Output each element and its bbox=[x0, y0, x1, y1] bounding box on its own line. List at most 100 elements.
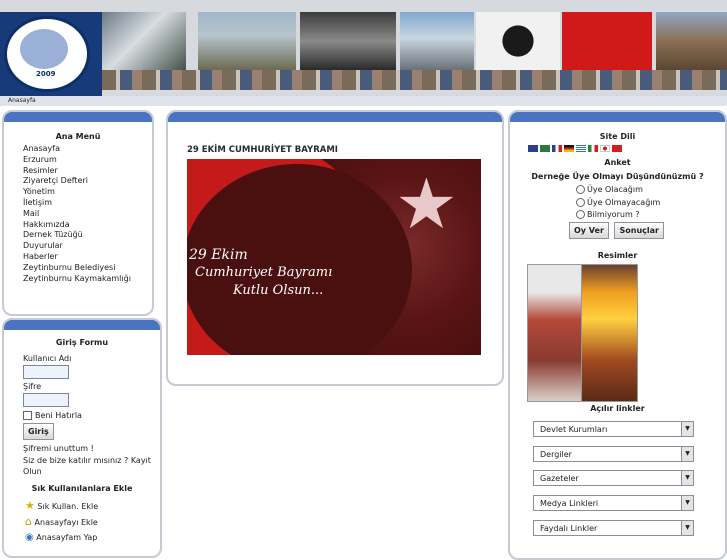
japan-flag-icon[interactable] bbox=[600, 145, 610, 152]
italy-flag-icon[interactable] bbox=[588, 145, 598, 152]
select-value: Dergiler bbox=[540, 450, 572, 459]
globe-icon: ◉ bbox=[25, 532, 34, 543]
menu-item-resimler[interactable]: Resimler bbox=[23, 166, 131, 177]
poll-option-2-label: Üye Olmayacağım bbox=[587, 197, 661, 207]
password-input[interactable] bbox=[23, 393, 69, 407]
favorites-add-link[interactable]: Sık Kullan. Ekle bbox=[37, 502, 98, 511]
folk-dancers-photo bbox=[300, 12, 396, 70]
poll-title: Anket bbox=[604, 158, 631, 167]
add-homepage-link[interactable]: Anasayfayı Ekle bbox=[35, 518, 98, 527]
chevron-down-icon: ▼ bbox=[681, 471, 693, 485]
magazines-select[interactable]: Dergiler ▼ bbox=[533, 446, 694, 462]
main-menu-title: Ana Menü bbox=[55, 132, 101, 141]
login-title: Giriş Formu bbox=[55, 338, 109, 347]
newspapers-select[interactable]: Gazeteler ▼ bbox=[533, 470, 694, 486]
chevron-down-icon: ▼ bbox=[681, 521, 693, 535]
city-view-photo bbox=[400, 12, 474, 70]
germany-flag-icon[interactable] bbox=[564, 145, 574, 152]
association-logo[interactable]: 2009 bbox=[0, 12, 102, 96]
select-value: Gazeteler bbox=[540, 474, 579, 483]
chevron-down-icon: ▼ bbox=[681, 447, 693, 461]
poll-option-1-radio[interactable] bbox=[576, 185, 585, 194]
language-flags bbox=[528, 145, 624, 154]
set-homepage-link[interactable]: Anasayfam Yap bbox=[36, 533, 97, 542]
results-button[interactable]: Sonuçlar bbox=[614, 222, 664, 239]
poll-option-1-label: Üye Olacağım bbox=[587, 185, 643, 194]
poll-option-3-label: Bilmiyorum ? bbox=[587, 210, 640, 219]
poll-option-2-radio[interactable] bbox=[576, 197, 585, 207]
turkey-flag-icon[interactable] bbox=[612, 145, 622, 152]
select-value: Medya Linkleri bbox=[540, 499, 599, 508]
home-star-icon: ⌂ bbox=[25, 515, 32, 528]
france-flag-icon[interactable] bbox=[552, 145, 562, 152]
menu-item-iletisim[interactable]: İletişim bbox=[23, 198, 131, 209]
menu-item-yonetim[interactable]: Yönetim bbox=[23, 187, 131, 198]
select-value: Faydalı Linkler bbox=[540, 524, 598, 533]
article-title: 29 EKİM CUMHURİYET BAYRAMI bbox=[187, 145, 338, 155]
vote-button[interactable]: Oy Ver bbox=[569, 222, 609, 239]
username-label: Kullanıcı Adı bbox=[23, 354, 72, 363]
logo-year: 2009 bbox=[36, 70, 56, 78]
images-title: Resimler bbox=[597, 251, 638, 260]
remember-label: Beni Hatırla bbox=[35, 411, 82, 420]
panel-header-bar bbox=[4, 320, 160, 330]
panel-header-bar bbox=[4, 112, 152, 122]
turkish-flag-photo bbox=[562, 12, 652, 70]
menu-item-duyurular[interactable]: Duyurular bbox=[23, 241, 131, 252]
panel-header-bar bbox=[168, 112, 502, 122]
header-photo-banner bbox=[102, 12, 727, 70]
media-links-select[interactable]: Medya Linkleri ▼ bbox=[533, 495, 694, 511]
greece-flag-icon[interactable] bbox=[576, 145, 586, 152]
main-menu-list: Anasayfa Erzurum Resimler Ziyaretçi Deft… bbox=[23, 144, 131, 284]
login-panel: Giriş Formu Kullanıcı Adı Şifre Beni Hat… bbox=[2, 318, 162, 558]
forgot-password-link[interactable]: Şifremi unuttum ! bbox=[23, 444, 153, 453]
menu-item-anasayfa[interactable]: Anasayfa bbox=[23, 144, 131, 155]
menu-item-erzurum[interactable]: Erzurum bbox=[23, 155, 131, 166]
chevron-down-icon: ▼ bbox=[681, 422, 693, 436]
horse-riders-photo bbox=[198, 12, 296, 70]
remember-checkbox[interactable] bbox=[23, 411, 32, 420]
menu-item-tuzuk[interactable]: Dernek Tüzüğü bbox=[23, 230, 131, 241]
register-link[interactable]: Siz de bize katılır mısınız ? Kayıt Olun bbox=[23, 455, 153, 477]
poll-option-3-radio[interactable] bbox=[576, 210, 585, 219]
star-shape: ★ bbox=[395, 163, 458, 245]
uk-flag-icon[interactable] bbox=[528, 145, 538, 152]
breadcrumb: Anasayfa bbox=[0, 96, 727, 106]
site-language-title: Site Dili bbox=[599, 132, 636, 141]
main-menu-panel: Ana Menü Anasayfa Erzurum Resimler Ziyar… bbox=[2, 110, 154, 316]
menu-item-haberler[interactable]: Haberler bbox=[23, 252, 131, 263]
site-header: 2009 bbox=[0, 0, 727, 96]
menu-item-hakkimizda[interactable]: Hakkımızda bbox=[23, 220, 131, 231]
menu-item-belediye[interactable]: Zeytinburnu Belediyesi bbox=[23, 263, 131, 274]
panel-header-bar bbox=[510, 112, 725, 122]
password-label: Şifre bbox=[23, 382, 42, 391]
banner-line-2: Cumhuriyet Bayramı bbox=[195, 265, 333, 280]
gallery-image-monument[interactable] bbox=[527, 264, 582, 402]
government-links-select[interactable]: Devlet Kurumları ▼ bbox=[533, 421, 694, 437]
saudi-flag-icon[interactable] bbox=[540, 145, 550, 152]
gallery-image-kebab[interactable] bbox=[581, 264, 638, 402]
article-panel: 29 EKİM CUMHURİYET BAYRAMI ★ 29 Ekim Cum… bbox=[166, 110, 504, 386]
chevron-down-icon: ▼ bbox=[681, 496, 693, 510]
banner-line-1: 29 Ekim bbox=[189, 247, 248, 263]
menu-item-mail[interactable]: Mail bbox=[23, 209, 131, 220]
dropdown-links-title: Açılır linkler bbox=[590, 404, 645, 413]
waterfall-photo bbox=[102, 12, 186, 70]
star-icon: ★ bbox=[25, 499, 35, 512]
logo-emblem bbox=[20, 29, 68, 69]
historic-building-photo bbox=[656, 12, 727, 70]
menu-item-guestbook[interactable]: Ziyaretçi Defteri bbox=[23, 176, 131, 187]
poll-question: Derneğe Üye Olmayı Düşündünüzmü ? bbox=[531, 172, 704, 181]
menu-item-kaymakamlik[interactable]: Zeytinburnu Kaymakamlığı bbox=[23, 274, 131, 285]
republic-day-banner: ★ 29 Ekim Cumhuriyet Bayramı Kutlu Olsun… bbox=[187, 159, 481, 355]
prayer-beads-photo bbox=[476, 12, 560, 70]
login-button[interactable]: Giriş bbox=[23, 423, 54, 440]
banner-line-3: Kutlu Olsun... bbox=[233, 283, 324, 298]
username-input[interactable] bbox=[23, 365, 69, 379]
right-panel: Site Dili Anket Derneğe Üye Olmayı Düşün… bbox=[508, 110, 727, 560]
useful-links-select[interactable]: Faydalı Linkler ▼ bbox=[533, 520, 694, 536]
favorites-title: Sık Kullanılanlara Ekle bbox=[31, 484, 133, 493]
header-photo-strip bbox=[102, 70, 727, 90]
select-value: Devlet Kurumları bbox=[540, 425, 608, 434]
breadcrumb-home[interactable]: Anasayfa bbox=[0, 97, 36, 104]
